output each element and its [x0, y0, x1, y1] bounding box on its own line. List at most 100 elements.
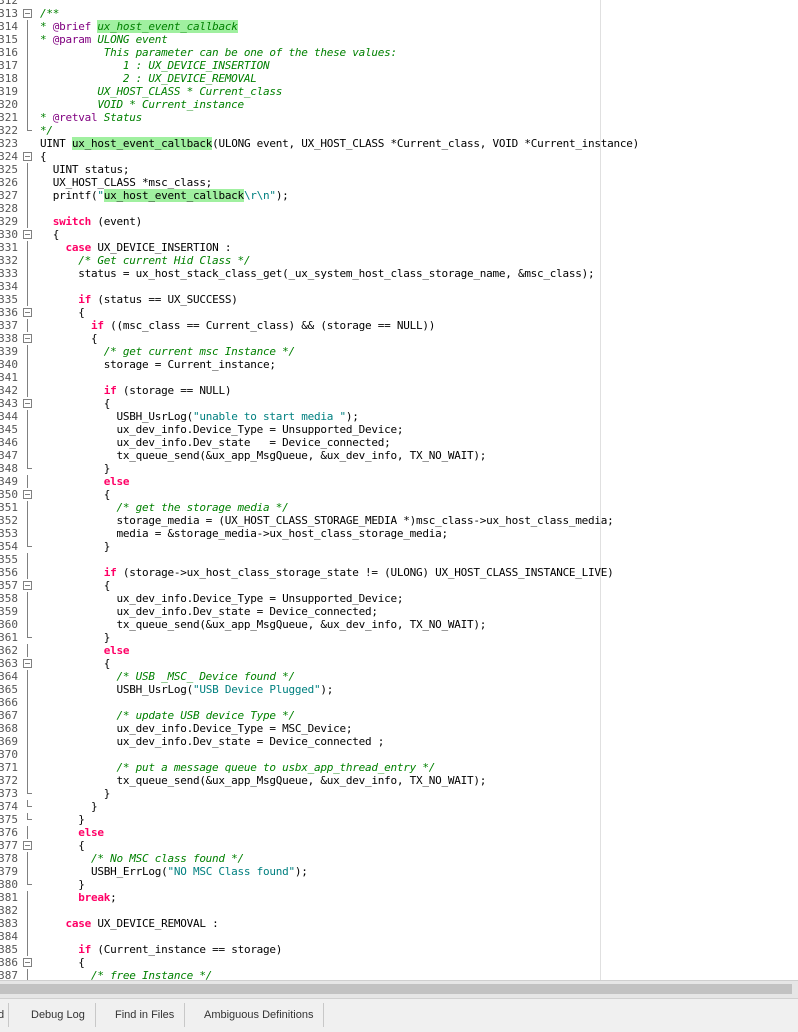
code-text[interactable]: if (status == UX_SUCCESS) — [40, 293, 238, 306]
horizontal-scrollbar[interactable] — [0, 980, 798, 998]
code-text[interactable]: ux_dev_info.Dev_state = Device_connected… — [40, 605, 378, 618]
code-line[interactable]: 332 /* Get current Hid Class */ — [0, 254, 798, 267]
code-line[interactable]: 318 2 : UX_DEVICE_REMOVAL — [0, 72, 798, 85]
code-text[interactable]: break; — [40, 891, 117, 904]
fold-toggle-icon[interactable] — [23, 956, 32, 969]
code-text[interactable]: UINT ux_host_event_callback(ULONG event,… — [40, 137, 639, 150]
code-text[interactable]: /* update USB device Type */ — [40, 709, 295, 722]
code-line[interactable]: 320 VOID * Current_instance — [0, 98, 798, 111]
code-line[interactable]: 351 /* get the storage media */ — [0, 501, 798, 514]
code-line[interactable]: 356 if (storage->ux_host_class_storage_s… — [0, 566, 798, 579]
code-line[interactable]: 364 /* USB _MSC_ Device found */ — [0, 670, 798, 683]
code-text[interactable]: } — [40, 800, 98, 813]
code-line[interactable]: 347 tx_queue_send(&ux_app_MsgQueue, &ux_… — [0, 449, 798, 462]
code-line[interactable]: 354 } — [0, 540, 798, 553]
code-text[interactable]: status = ux_host_stack_class_get(_ux_sys… — [40, 267, 594, 280]
code-line[interactable]: 335 if (status == UX_SUCCESS) — [0, 293, 798, 306]
code-line[interactable]: 343 { — [0, 397, 798, 410]
code-text[interactable]: switch (event) — [40, 215, 142, 228]
tab-partial[interactable]: d — [0, 1003, 10, 1027]
code-line[interactable]: 341 — [0, 371, 798, 384]
code-line[interactable]: 346 ux_dev_info.Dev_state = Device_conne… — [0, 436, 798, 449]
tab-find-in-files[interactable]: Find in Files — [105, 1003, 186, 1027]
code-text[interactable]: } — [40, 462, 111, 475]
code-line[interactable]: 357 { — [0, 579, 798, 592]
fold-toggle-icon[interactable] — [23, 306, 32, 319]
tab-ambiguous-definitions[interactable]: Ambiguous Definitions — [194, 1003, 325, 1027]
code-line[interactable]: 344 USBH_UsrLog("unable to start media "… — [0, 410, 798, 423]
code-line[interactable]: 314 * @brief ux_host_event_callback — [0, 20, 798, 33]
code-text[interactable]: { — [40, 579, 111, 592]
code-line[interactable]: 324 { — [0, 150, 798, 163]
fold-toggle-icon[interactable] — [23, 228, 32, 241]
code-text[interactable]: printf("ux_host_event_callback\r\n"); — [40, 189, 289, 202]
code-text[interactable]: VOID * Current_instance — [40, 98, 244, 111]
code-text[interactable]: /* USB _MSC_ Device found */ — [40, 670, 295, 683]
code-text[interactable]: tx_queue_send(&ux_app_MsgQueue, &ux_dev_… — [40, 618, 486, 631]
code-line[interactable]: 363 { — [0, 657, 798, 670]
code-text[interactable]: /* No MSC class found */ — [40, 852, 244, 865]
code-text[interactable]: { — [40, 488, 111, 501]
code-line[interactable]: 315 * @param ULONG event — [0, 33, 798, 46]
code-line[interactable]: 368 ux_dev_info.Device_Type = MSC_Device… — [0, 722, 798, 735]
code-line[interactable]: 372 tx_queue_send(&ux_app_MsgQueue, &ux_… — [0, 774, 798, 787]
code-text[interactable]: } — [40, 787, 111, 800]
code-line[interactable]: 358 ux_dev_info.Device_Type = Unsupporte… — [0, 592, 798, 605]
code-line[interactable]: 331 case UX_DEVICE_INSERTION : — [0, 241, 798, 254]
code-line[interactable]: 361 } — [0, 631, 798, 644]
code-line[interactable]: 328 — [0, 202, 798, 215]
code-line[interactable]: 385 if (Current_instance == storage) — [0, 943, 798, 956]
fold-toggle-icon[interactable] — [23, 397, 32, 410]
code-line[interactable]: 387 /* free Instance */ — [0, 969, 798, 980]
code-text[interactable]: { — [40, 150, 47, 163]
code-text[interactable]: } — [40, 631, 111, 644]
code-line[interactable]: 339 /* get current msc Instance */ — [0, 345, 798, 358]
code-text[interactable]: else — [40, 826, 104, 839]
code-text[interactable]: storage_media = (UX_HOST_CLASS_STORAGE_M… — [40, 514, 613, 527]
code-text[interactable]: case UX_DEVICE_INSERTION : — [40, 241, 232, 254]
code-text[interactable]: /** — [40, 7, 59, 20]
code-line[interactable]: 376 else — [0, 826, 798, 839]
code-line[interactable]: 383 case UX_DEVICE_REMOVAL : — [0, 917, 798, 930]
code-line[interactable]: 323 UINT ux_host_event_callback(ULONG eve… — [0, 137, 798, 150]
code-line[interactable]: 334 — [0, 280, 798, 293]
code-line[interactable]: 382 — [0, 904, 798, 917]
code-line[interactable]: 378 /* No MSC class found */ — [0, 852, 798, 865]
fold-toggle-icon[interactable] — [23, 657, 32, 670]
code-line[interactable]: 359 ux_dev_info.Dev_state = Device_conne… — [0, 605, 798, 618]
code-line[interactable]: 352 storage_media = (UX_HOST_CLASS_STORA… — [0, 514, 798, 527]
code-text[interactable]: 1 : UX_DEVICE_INSERTION — [40, 59, 270, 72]
code-line[interactable]: 380 } — [0, 878, 798, 891]
fold-toggle-icon[interactable] — [23, 7, 32, 20]
code-line[interactable]: 319 UX_HOST_CLASS * Current_class — [0, 85, 798, 98]
code-text[interactable]: if (Current_instance == storage) — [40, 943, 282, 956]
code-text[interactable]: if (storage->ux_host_class_storage_state… — [40, 566, 614, 579]
code-line[interactable]: 371 /* put a message queue to usbx_app_t… — [0, 761, 798, 774]
code-text[interactable]: } — [40, 540, 111, 553]
code-line[interactable]: 365 USBH_UsrLog("USB Device Plugged"); — [0, 683, 798, 696]
code-line[interactable]: 333 status = ux_host_stack_class_get(_ux… — [0, 267, 798, 280]
code-text[interactable]: { — [40, 956, 85, 969]
code-text[interactable]: USBH_UsrLog("USB Device Plugged"); — [40, 683, 333, 696]
code-text[interactable]: ux_dev_info.Device_Type = Unsupported_De… — [40, 423, 403, 436]
code-text[interactable]: } — [40, 813, 85, 826]
code-line[interactable]: 381 break; — [0, 891, 798, 904]
code-line[interactable]: 316 This parameter can be one of the the… — [0, 46, 798, 59]
code-line[interactable]: 360 tx_queue_send(&ux_app_MsgQueue, &ux_… — [0, 618, 798, 631]
code-line[interactable]: 326 UX_HOST_CLASS *msc_class; — [0, 176, 798, 189]
code-text[interactable]: USBH_ErrLog("NO MSC Class found"); — [40, 865, 308, 878]
code-text[interactable]: else — [40, 475, 130, 488]
fold-toggle-icon[interactable] — [23, 332, 32, 345]
code-text[interactable]: 2 : UX_DEVICE_REMOVAL — [40, 72, 257, 85]
code-text[interactable]: * @param ULONG event — [40, 33, 168, 46]
code-line[interactable]: 375 } — [0, 813, 798, 826]
code-line[interactable]: 313 /** — [0, 7, 798, 20]
code-line[interactable]: 342 if (storage == NULL) — [0, 384, 798, 397]
code-text[interactable]: /* get the storage media */ — [40, 501, 288, 514]
code-line[interactable]: 322 */ — [0, 124, 798, 137]
code-text[interactable]: { — [40, 332, 98, 345]
code-line[interactable]: 329 switch (event) — [0, 215, 798, 228]
code-text[interactable]: UINT status; — [40, 163, 130, 176]
code-line[interactable]: 350 { — [0, 488, 798, 501]
code-line[interactable]: 348 } — [0, 462, 798, 475]
